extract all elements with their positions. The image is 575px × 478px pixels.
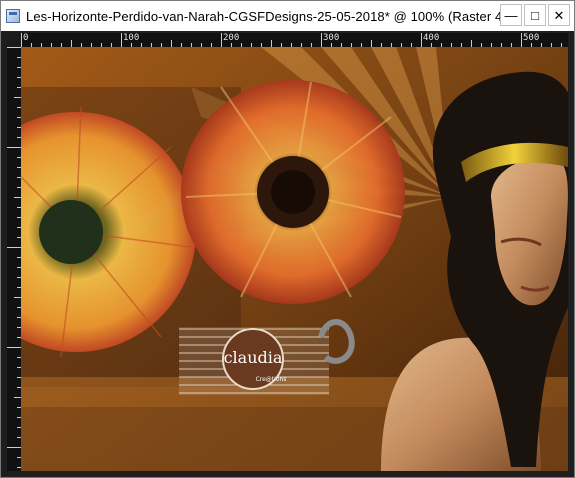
watermark-tagline: Cre@tions [256, 376, 287, 383]
ruler-label: 300 [323, 33, 340, 43]
ruler-tick [7, 447, 21, 448]
ruler-label: 500 [523, 33, 540, 43]
ruler-tick [7, 47, 21, 48]
ruler-label: 400 [423, 33, 440, 43]
canvas-area[interactable]: 0 100 200 300 400 500 claudia Cre@tions [7, 33, 568, 471]
ruler-tick [21, 33, 22, 47]
ruler-tick [321, 33, 322, 47]
window-title: Les-Horizonte-Perdido-van-Narah-CGSFDesi… [26, 8, 507, 24]
ruler-tick [471, 40, 472, 47]
ruler-tick [14, 97, 21, 98]
ruler-tick [7, 347, 21, 348]
maximize-button[interactable]: □ [524, 4, 546, 26]
ruler-tick [14, 297, 21, 298]
ruler-tick [221, 33, 222, 47]
ruler-tick [271, 40, 272, 47]
watermark-name: claudia [224, 348, 283, 367]
canvas-image[interactable]: claudia Cre@tions [21, 47, 568, 471]
ruler-tick [521, 33, 522, 47]
ruler-corner [7, 33, 21, 47]
ruler-tick [121, 33, 122, 47]
horizontal-ruler[interactable]: 0 100 200 300 400 500 [21, 33, 568, 47]
psp-document-icon [6, 9, 20, 23]
ruler-tick [14, 397, 21, 398]
ruler-label: 100 [123, 33, 140, 43]
minimize-button[interactable]: — [500, 4, 522, 26]
claudia-watermark: claudia Cre@tions [179, 319, 355, 395]
ruler-tick [71, 40, 72, 47]
title-bar[interactable]: Les-Horizonte-Perdido-van-Narah-CGSFDesi… [1, 1, 574, 31]
ruler-tick [171, 40, 172, 47]
ruler-tick [7, 247, 21, 248]
ruler-label: 200 [223, 33, 240, 43]
gerbera-flower-right [181, 80, 405, 304]
document-window: Les-Horizonte-Perdido-van-Narah-CGSFDesi… [0, 0, 575, 478]
artwork: claudia Cre@tions [21, 47, 568, 471]
ruler-tick [421, 33, 422, 47]
ruler-tick [14, 197, 21, 198]
window-controls: — □ ✕ [500, 4, 570, 26]
vertical-ruler[interactable] [7, 47, 21, 471]
close-button[interactable]: ✕ [548, 4, 570, 26]
ruler-tick [7, 147, 21, 148]
ruler-tick [371, 40, 372, 47]
ruler-label: 0 [23, 33, 29, 43]
